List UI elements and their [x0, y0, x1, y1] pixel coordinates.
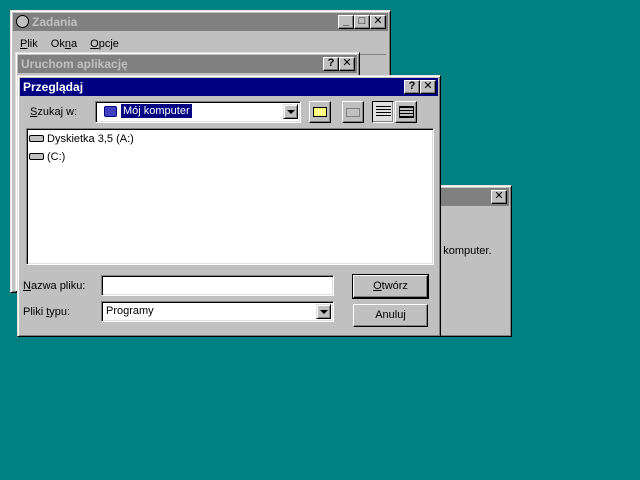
list-view-icon [376, 106, 391, 118]
look-in-value: Mój komputer [120, 103, 193, 119]
filetype-value: Programy [106, 305, 154, 317]
floppy-drive-icon [29, 134, 44, 142]
up-one-level-button[interactable] [309, 101, 331, 123]
browse-help-button[interactable]: ? [404, 80, 420, 94]
list-item-label: Dyskietka 3,5 (A:) [47, 133, 134, 145]
taskman-minimize-button[interactable]: _ [338, 15, 354, 29]
menu-plik[interactable]: Plik [15, 38, 43, 50]
computer-icon [104, 106, 117, 117]
browse-close-button[interactable]: ✕ [420, 80, 436, 94]
taskman-titlebar: Zadania [13, 13, 388, 31]
menu-okna[interactable]: Okna [46, 38, 82, 50]
folder-up-icon [313, 107, 327, 117]
list-item[interactable]: Dyskietka 3,5 (A:) [29, 133, 134, 145]
list-item[interactable]: (C:) [29, 151, 65, 163]
run-dialog-help-button[interactable]: ? [323, 57, 339, 71]
filetype-label: Pliki typu: [23, 306, 71, 318]
details-view-button[interactable] [395, 101, 417, 123]
filetype-combo[interactable]: Programy [101, 301, 334, 322]
list-view-button[interactable] [372, 101, 394, 123]
taskman-app-icon [16, 15, 29, 28]
taskman-menubar: Plik Okna Opcje [15, 35, 124, 53]
look-in-dropdown-button[interactable] [283, 104, 298, 119]
taskman-title: Zadania [32, 15, 78, 29]
run-dialog-title: Uruchom aplikację [21, 57, 128, 71]
browse-titlebar: Przeglądaj [20, 78, 438, 96]
file-list[interactable]: Dyskietka 3,5 (A:) (C:) [26, 128, 434, 265]
chevron-down-icon [320, 310, 328, 314]
list-item-label: (C:) [47, 151, 66, 163]
hard-drive-icon [29, 152, 44, 160]
filename-label: Nazwa pliku: [23, 280, 86, 292]
taskman-maximize-button[interactable]: □ [354, 15, 370, 29]
taskman-close-button[interactable]: ✕ [370, 15, 386, 29]
new-folder-button[interactable] [342, 101, 364, 123]
background-dialog-close-button[interactable]: ✕ [491, 190, 507, 204]
open-button[interactable]: Otwórz [352, 274, 429, 299]
look-in-label: Szukaj w: [30, 106, 78, 118]
run-dialog-close-button[interactable]: ✕ [339, 57, 355, 71]
cancel-button[interactable]: Anuluj [353, 304, 428, 327]
menu-opcje[interactable]: Opcje [85, 38, 124, 50]
look-in-combo[interactable]: Mój komputer [95, 101, 301, 123]
details-view-icon [399, 106, 414, 118]
filename-input[interactable] [101, 275, 334, 296]
run-dialog-titlebar: Uruchom aplikację [18, 55, 357, 73]
new-folder-icon [346, 108, 360, 117]
cancel-label: Anuluj [375, 309, 406, 321]
browse-title: Przeglądaj [23, 80, 84, 94]
filetype-dropdown-button[interactable] [316, 304, 331, 319]
chevron-down-icon [287, 110, 295, 114]
